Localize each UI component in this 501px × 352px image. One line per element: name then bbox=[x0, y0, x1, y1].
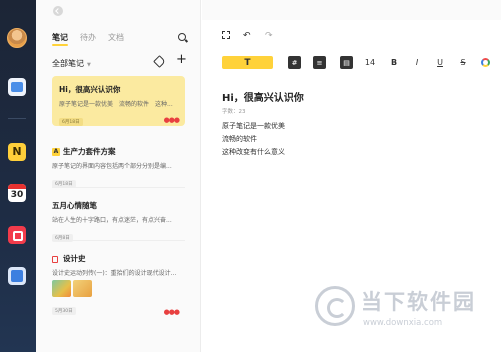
calendar-app-icon[interactable]: 30 bbox=[8, 184, 26, 202]
watermark: 当下软件园 www.downxia.com bbox=[301, 283, 501, 352]
bold-button[interactable]: B bbox=[389, 56, 399, 69]
note-thumbnails bbox=[52, 280, 185, 297]
thumbnail-image bbox=[52, 280, 71, 297]
folder-label: 全部笔记 bbox=[52, 59, 84, 68]
redo-icon[interactable]: ↷ bbox=[265, 31, 273, 41]
list-icon[interactable]: ▤ bbox=[340, 56, 353, 69]
body-line[interactable]: 流畅的软件 bbox=[222, 134, 257, 144]
note-preview: 原子笔记是一款优美 流畅的软件 这种... bbox=[59, 101, 173, 108]
watermark-url: www.downxia.com bbox=[363, 318, 443, 328]
more-dots-icon[interactable]: ●●● bbox=[164, 116, 180, 124]
underline-button[interactable]: U bbox=[435, 56, 445, 69]
thumbnail-image bbox=[73, 280, 92, 297]
app-dock: N 30 bbox=[0, 0, 36, 352]
body-line[interactable]: 原子笔记是一款优美 bbox=[222, 121, 285, 131]
body-line[interactable]: 这种改变有什么意义 bbox=[222, 147, 285, 157]
add-note-button[interactable]: + bbox=[176, 53, 187, 66]
caret-down-icon: ▼ bbox=[87, 62, 91, 68]
notes-list-panel: 笔记 待办 文档 全部笔记 ▼ + Hi，很高兴认识你 原子笔记是一款优美 流畅的… bbox=[36, 0, 201, 352]
dock-divider bbox=[8, 118, 26, 119]
undo-icon[interactable]: ↶ bbox=[243, 31, 251, 41]
note-title: 设计史 bbox=[52, 253, 185, 264]
todo-app-icon[interactable] bbox=[8, 226, 26, 244]
search-icon[interactable] bbox=[178, 33, 186, 41]
color-picker-icon[interactable] bbox=[481, 58, 490, 67]
notes-app-icon[interactable] bbox=[8, 78, 26, 96]
tab-notes[interactable]: 笔记 bbox=[52, 32, 68, 46]
align-icon[interactable]: ≡ bbox=[313, 56, 326, 69]
note-title: A 生产力套件方案 bbox=[52, 146, 185, 157]
word-count: 字数：23 bbox=[222, 109, 246, 115]
list-item[interactable]: 五月心情随笔 站在人生的十字路口，有点迷茫，有点兴奋... 6月8日 bbox=[52, 198, 185, 245]
tab-docs[interactable]: 文档 bbox=[108, 32, 124, 43]
note-title-text: 生产力套件方案 bbox=[63, 147, 116, 156]
strikethrough-button[interactable]: S bbox=[458, 56, 468, 69]
more-dots-icon[interactable]: ●●● bbox=[164, 308, 180, 316]
note-title: Hi，很高兴认识你 bbox=[59, 85, 121, 94]
back-button[interactable] bbox=[53, 6, 63, 16]
folder-selector[interactable]: 全部笔记 ▼ bbox=[52, 58, 91, 69]
screenshot-app-icon[interactable] bbox=[8, 267, 26, 285]
text-style-button[interactable]: T bbox=[222, 56, 273, 69]
font-size-button[interactable]: 14 bbox=[365, 56, 375, 69]
tab-todo[interactable]: 待办 bbox=[80, 32, 96, 43]
title-bar bbox=[202, 0, 501, 20]
list-item[interactable]: A 生产力套件方案 原子笔记的界面内容包括两个部分分别是编... 6月18日 bbox=[52, 144, 185, 191]
n-app-letter: N bbox=[12, 145, 22, 158]
user-avatar[interactable] bbox=[7, 28, 27, 48]
calendar-day: 30 bbox=[10, 190, 24, 200]
fullscreen-icon[interactable] bbox=[222, 31, 230, 39]
note-date: 5月30日 bbox=[52, 307, 76, 315]
note-preview: 设计史运动列传(一)：重拾们的设计现代设计... bbox=[52, 270, 177, 277]
document-title[interactable]: Hi，很高兴认识你 bbox=[222, 89, 304, 104]
divider bbox=[52, 240, 185, 241]
watermark-brand: 当下软件园 bbox=[361, 290, 476, 314]
note-badge: A bbox=[52, 148, 60, 156]
list-tabs: 笔记 待办 文档 bbox=[52, 32, 124, 46]
note-preview: 站在人生的十字路口，有点迷茫，有点兴奋... bbox=[52, 217, 172, 224]
note-title-text: 设计史 bbox=[63, 254, 86, 263]
italic-button[interactable]: I bbox=[412, 56, 422, 69]
note-preview: 原子笔记的界面内容包括两个部分分别是编... bbox=[52, 163, 172, 170]
note-date: 6月18日 bbox=[59, 118, 83, 126]
doc-icon bbox=[52, 255, 58, 263]
n-app-icon[interactable]: N bbox=[8, 143, 26, 161]
list-item[interactable]: Hi，很高兴认识你 原子笔记是一款优美 流畅的软件 这种... 6月18日 ●●… bbox=[52, 76, 185, 126]
tag-icon[interactable] bbox=[153, 55, 166, 68]
note-title: 五月心情随笔 bbox=[52, 201, 97, 210]
divider bbox=[52, 187, 185, 188]
heading-icon[interactable]: # bbox=[288, 56, 301, 69]
list-item[interactable]: 设计史 设计史运动列传(一)：重拾们的设计现代设计... 5月30日 ●●● bbox=[52, 251, 185, 318]
watermark-logo-icon bbox=[315, 286, 355, 326]
